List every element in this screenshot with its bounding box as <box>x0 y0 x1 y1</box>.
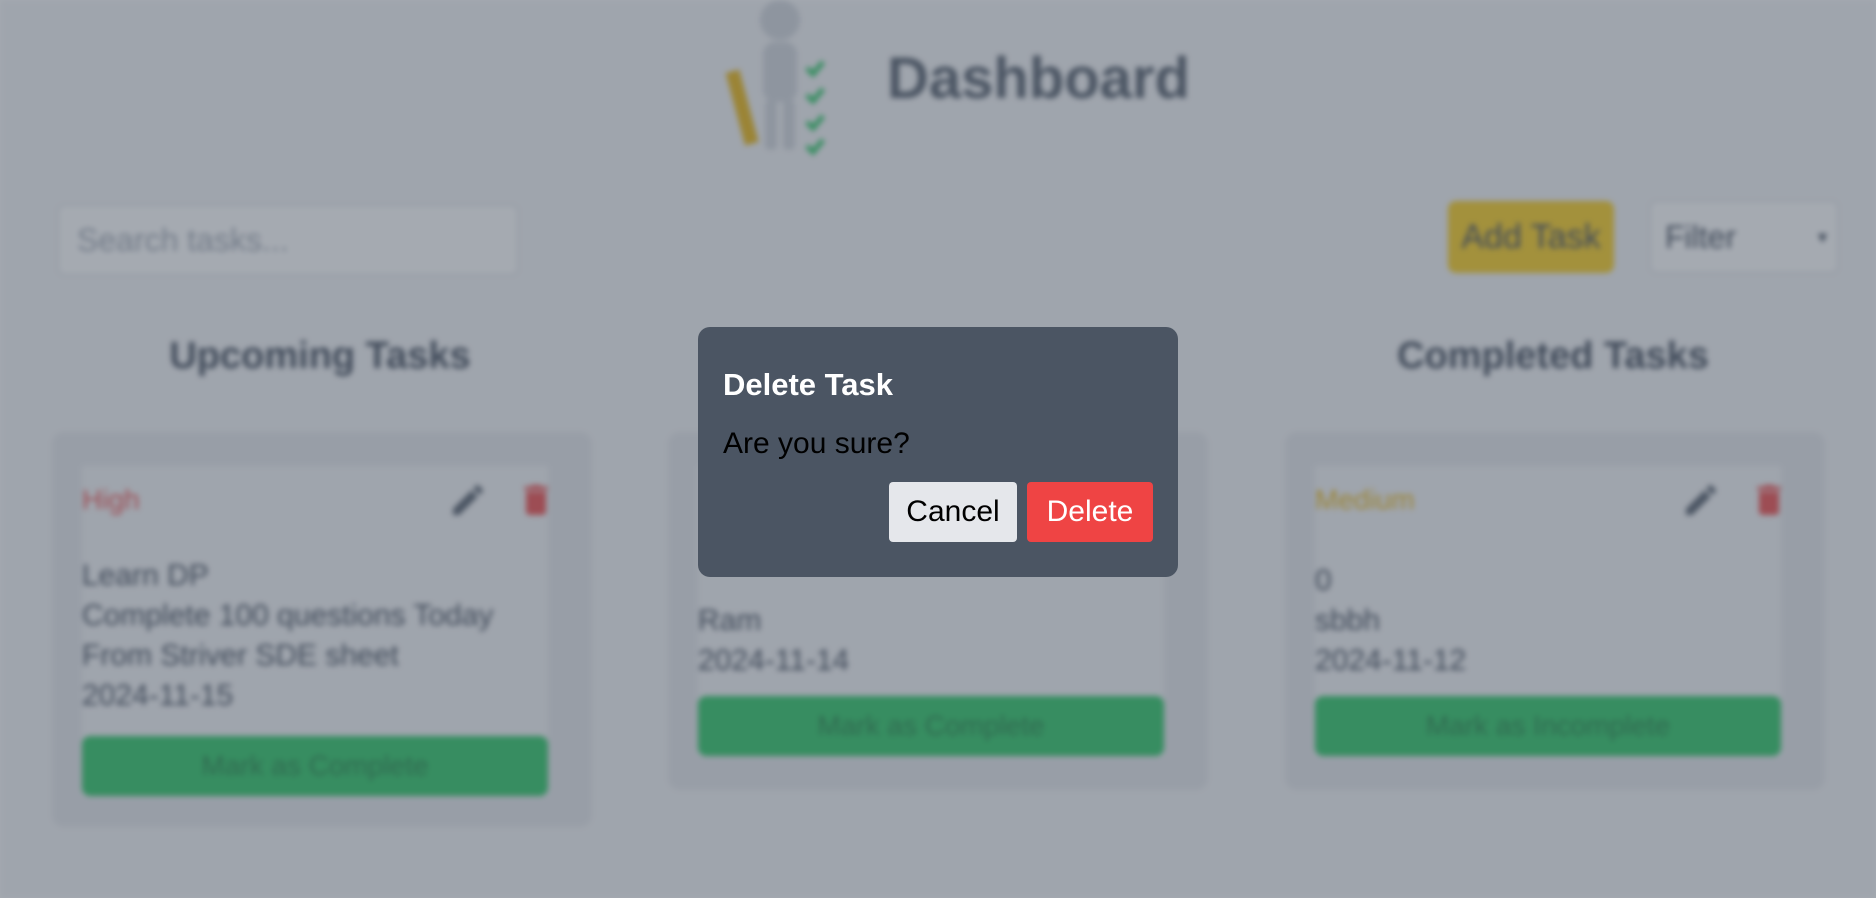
dialog-message: Are you sure? <box>723 427 910 460</box>
delete-task-dialog: Delete Task Are you sure? Cancel Delete <box>698 327 1178 577</box>
cancel-button[interactable]: Cancel <box>889 482 1017 542</box>
delete-button[interactable]: Delete <box>1027 482 1153 542</box>
dialog-title: Delete Task <box>723 367 894 402</box>
